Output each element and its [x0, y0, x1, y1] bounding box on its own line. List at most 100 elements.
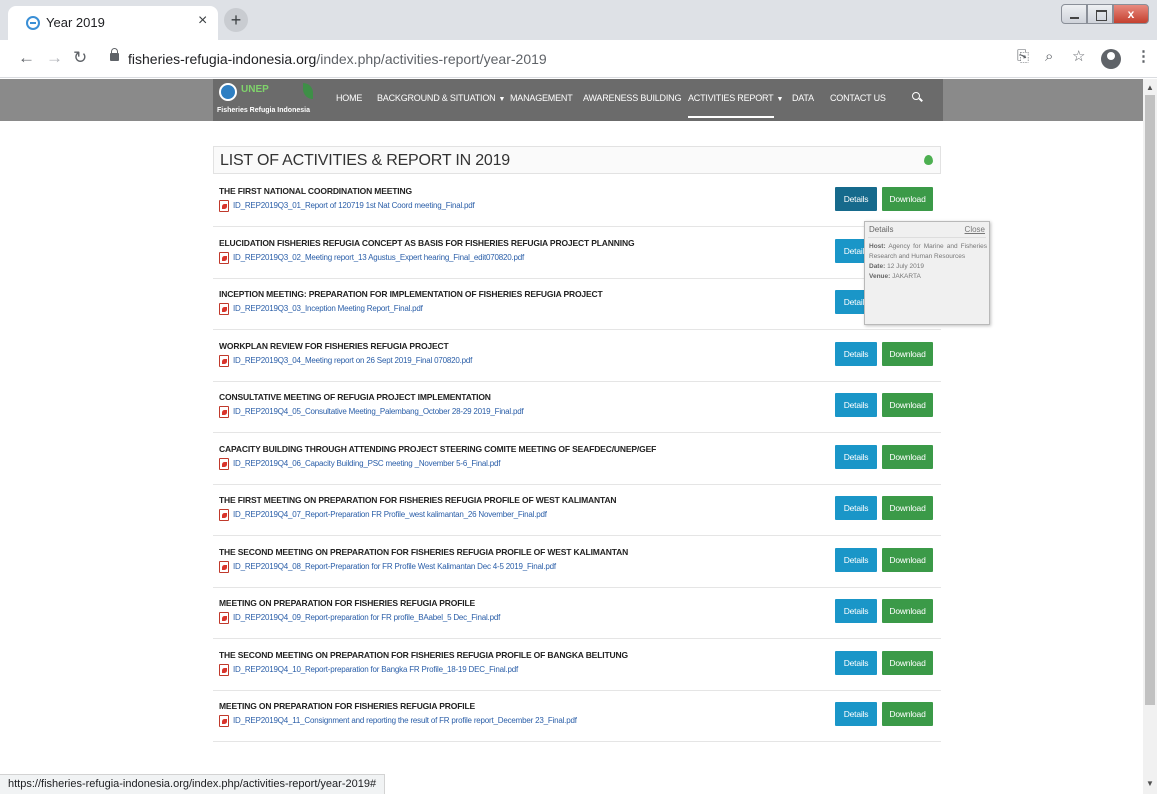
profile-avatar-icon[interactable] [1101, 49, 1121, 69]
report-file-link[interactable]: ID_REP2019Q4_06_Capacity Building_PSC me… [233, 459, 500, 468]
tab-strip: Year 2019 × + x [0, 0, 1157, 40]
activity-title: MEETING ON PREPARATION FOR FISHERIES REF… [219, 598, 476, 608]
activity-title: MEETING ON PREPARATION FOR FISHERIES REF… [219, 701, 476, 711]
details-button[interactable]: Details [835, 444, 877, 469]
download-button[interactable]: Download [882, 650, 933, 675]
tab-close-icon[interactable]: × [198, 13, 207, 29]
translate-icon[interactable]: ⎘ [1017, 49, 1029, 64]
download-button[interactable]: Download [882, 444, 933, 469]
scroll-up-icon[interactable]: ▲ [1146, 83, 1154, 92]
tab-year-2019[interactable]: Year 2019 × [8, 6, 218, 40]
logo-emblem-icon [219, 83, 237, 101]
activity-row: ELUCIDATION FISHERIES REFUGIA CONCEPT AS… [213, 227, 941, 279]
download-button[interactable]: Download [882, 187, 933, 211]
scrollbar-thumb[interactable] [1145, 95, 1155, 705]
download-button[interactable]: Download [882, 393, 933, 417]
status-drop-icon [924, 155, 933, 165]
pdf-file-icon [219, 612, 229, 624]
activity-title: THE FIRST NATIONAL COORDINATION MEETING [219, 186, 412, 196]
download-button[interactable]: Download [882, 702, 933, 726]
search-icon[interactable] [912, 92, 922, 102]
pdf-file-icon [219, 406, 229, 418]
logo-word: UNEP [241, 84, 269, 95]
tab-title: Year 2019 [46, 15, 105, 30]
popover-title: Details [869, 225, 894, 234]
site-logo[interactable]: UNEP Fisheries Refugia Indonesia [217, 82, 317, 118]
site-favicon-icon [26, 16, 40, 30]
menu-management[interactable]: MANAGEMENT [510, 93, 573, 103]
activity-row: INCEPTION MEETING: PREPARATION FOR IMPLE… [213, 278, 941, 330]
minimize-button[interactable] [1061, 4, 1087, 24]
site-navbar: UNEP Fisheries Refugia Indonesia HOME BA… [213, 79, 943, 121]
report-file-link[interactable]: ID_REP2019Q4_07_Report-Preparation FR Pr… [233, 510, 547, 519]
new-tab-button[interactable]: + [224, 8, 248, 32]
window-close-button[interactable]: x [1113, 4, 1149, 24]
popover-close-link[interactable]: Close [965, 225, 985, 234]
panel-header: LIST OF ACTIVITIES & REPORT IN 2019 [213, 146, 941, 174]
menu-background-situation[interactable]: BACKGROUND & SITUATION ▼ [377, 93, 505, 103]
logo-text: Fisheries Refugia Indonesia [217, 107, 310, 114]
scroll-down-icon[interactable]: ▼ [1146, 779, 1154, 788]
download-button[interactable]: Download [882, 496, 933, 520]
details-button[interactable]: Details [835, 496, 877, 520]
report-file-link[interactable]: ID_REP2019Q4_09_Report-preparation for F… [233, 613, 500, 622]
lock-icon[interactable] [110, 48, 119, 61]
activity-title: CAPACITY BUILDING THROUGH ATTENDING PROJ… [219, 443, 657, 454]
pdf-file-icon [219, 560, 229, 573]
maximize-button[interactable] [1087, 4, 1113, 24]
activity-title: ELUCIDATION FISHERIES REFUGIA CONCEPT AS… [219, 237, 635, 248]
site-header: UNEP Fisheries Refugia Indonesia HOME BA… [0, 79, 1143, 121]
details-button[interactable]: Details [835, 702, 877, 726]
menu-contact-us[interactable]: CONTACT US [830, 93, 886, 103]
pdf-file-icon [219, 251, 229, 264]
details-button[interactable]: Details [835, 547, 877, 572]
report-file-link[interactable]: ID_REP2019Q3_02_Meeting report_13 Agustu… [233, 253, 524, 262]
details-button[interactable]: Details [835, 393, 877, 417]
details-button[interactable]: Details [835, 599, 877, 623]
forward-arrow-icon[interactable]: → [46, 49, 63, 66]
activity-row: CONSULTATIVE MEETING OF REFUGIA PROJECT … [213, 381, 941, 433]
popover-venue: Venue: JAKARTA [869, 273, 921, 280]
activity-row: THE SECOND MEETING ON PREPARATION FOR FI… [213, 639, 941, 691]
menu-data[interactable]: DATA [792, 93, 814, 103]
bookmark-star-icon[interactable]: ☆ [1072, 49, 1085, 64]
report-file-link[interactable]: ID_REP2019Q4_05_Consultative Meeting_Pal… [233, 407, 524, 416]
download-button[interactable]: Download [882, 547, 933, 572]
reload-icon[interactable]: ↻ [73, 49, 87, 66]
activity-title: CONSULTATIVE MEETING OF REFUGIA PROJECT … [219, 392, 491, 402]
status-bar-url: https://fisheries-refugia-indonesia.org/… [0, 774, 386, 794]
report-file-link[interactable]: ID_REP2019Q4_08_Report-Preparation for F… [233, 562, 556, 571]
activity-row: THE FIRST MEETING ON PREPARATION FOR FIS… [213, 484, 941, 536]
activity-title: WORKPLAN REVIEW FOR FISHERIES REFUGIA PR… [219, 340, 449, 351]
report-file-link[interactable]: ID_REP2019Q4_11_Consignment and reportin… [233, 716, 577, 725]
report-file-link[interactable]: ID_REP2019Q4_10_Report-preparation for B… [233, 665, 518, 674]
activity-title: THE SECOND MEETING ON PREPARATION FOR FI… [219, 546, 629, 557]
pdf-file-icon [219, 663, 229, 676]
details-button[interactable]: Details [835, 341, 877, 366]
details-button[interactable]: Details [835, 187, 877, 211]
activity-row: THE FIRST NATIONAL COORDINATION MEETING I… [213, 175, 941, 227]
activity-row: THE SECOND MEETING ON PREPARATION FOR FI… [213, 536, 941, 588]
menu-home[interactable]: HOME [336, 93, 362, 103]
activities-panel: LIST OF ACTIVITIES & REPORT IN 2019 THE … [213, 146, 941, 742]
popover-host: Host: Agency for Marine and Fisheries Re… [869, 243, 988, 260]
menu-activities-report[interactable]: ACTIVITIES REPORT ▼ [688, 93, 783, 103]
details-button[interactable]: Details [835, 650, 877, 675]
browser-toolbar: ← → ↻ fisheries-refugia-indonesia.org/in… [0, 40, 1157, 78]
download-button[interactable]: Download [882, 599, 933, 623]
report-file-link[interactable]: ID_REP2019Q3_04_Meeting report on 26 Sep… [233, 356, 472, 365]
menu-awareness-building[interactable]: AWARENESS BUILDING [583, 93, 681, 103]
popover-date: Date: 12 July 2019 [869, 263, 924, 270]
address-bar[interactable]: fisheries-refugia-indonesia.org/index.ph… [100, 45, 1100, 73]
zoom-icon[interactable]: ⌕ [1045, 49, 1053, 64]
popover-body: Host: Agency for Marine and Fisheries Re… [869, 242, 987, 282]
url-text[interactable]: fisheries-refugia-indonesia.org/index.ph… [128, 51, 547, 67]
back-arrow-icon[interactable]: ← [18, 49, 35, 66]
report-file-link[interactable]: ID_REP2019Q3_03_Inception Meeting Report… [233, 304, 423, 313]
report-file-link[interactable]: ID_REP2019Q3_01_Report of 120719 1st Nat… [233, 201, 475, 210]
window-controls: x [1061, 4, 1149, 24]
activity-title: THE SECOND MEETING ON PREPARATION FOR FI… [219, 649, 628, 660]
download-button[interactable]: Download [882, 341, 933, 366]
kebab-menu-icon[interactable]: ⋮ [1136, 49, 1151, 64]
page-scrollbar[interactable]: ▲ ▼ [1143, 79, 1157, 794]
